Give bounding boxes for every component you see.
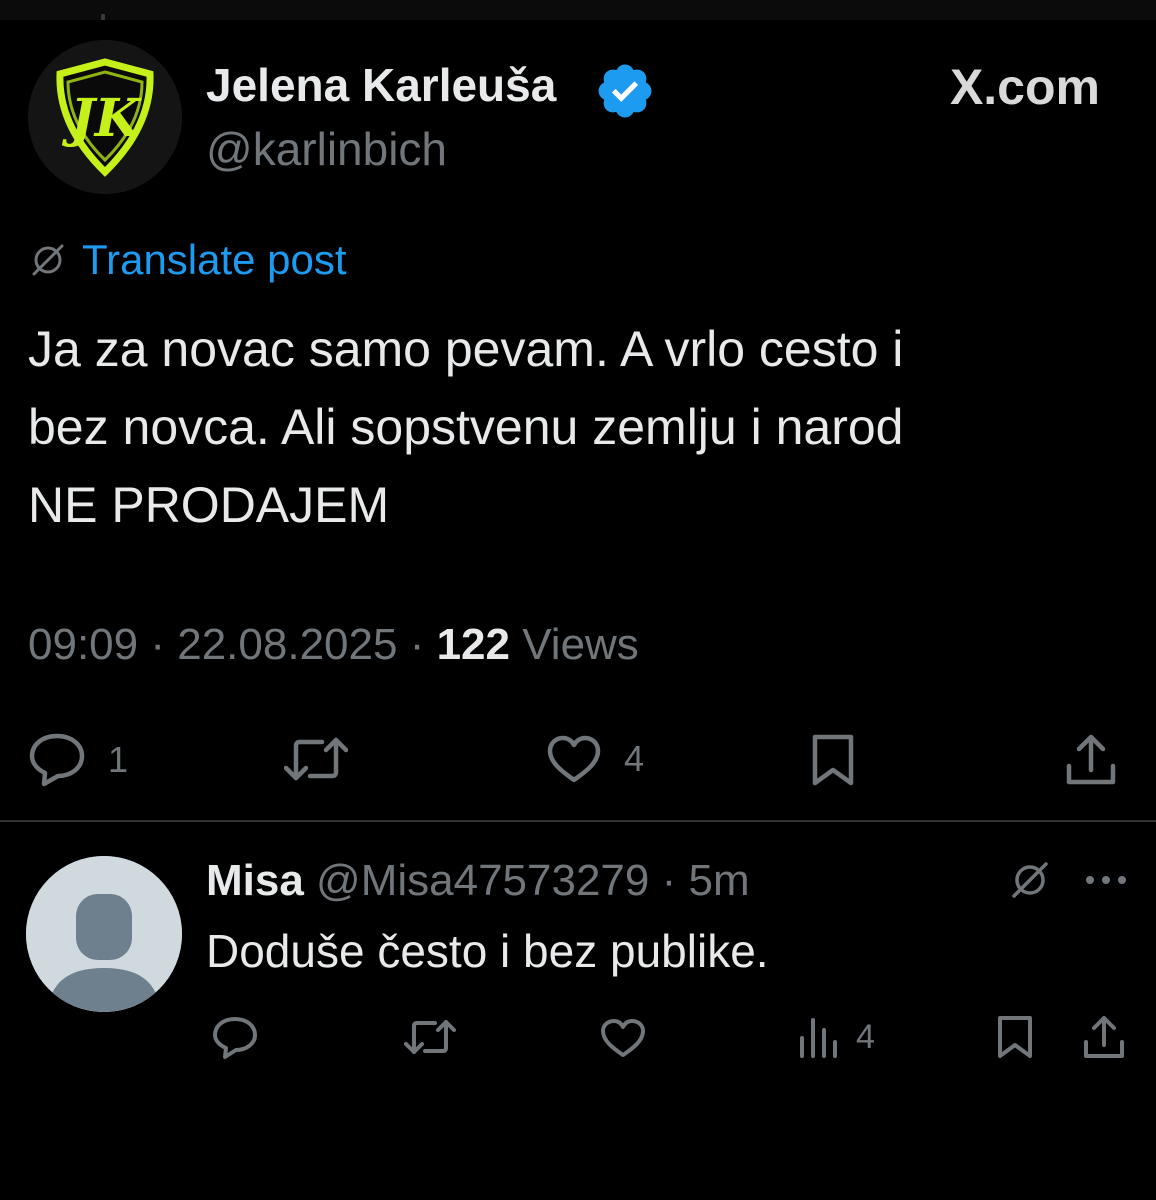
reply-icon [29,733,85,787]
views-label: Views [522,620,639,669]
views-icon [800,1018,837,1058]
views-count: 122 [436,620,510,669]
translate-post-link[interactable]: Translate post [82,236,347,284]
reply-age[interactable]: 5m [689,856,750,905]
repost-icon [404,1020,456,1054]
bookmark-icon [998,1016,1032,1058]
meta-separator: · [150,620,178,669]
source-brand-label: X.com [949,59,1100,115]
reply-views-count: 4 [856,1017,875,1056]
post-time[interactable]: 09:09 [28,620,138,669]
reply-author-name[interactable]: Misa [206,856,316,905]
post-page: JK Jelena Karleuša @karlinbich X.com Tra… [0,0,1156,1200]
reply-author-handle[interactable]: @Misa47573279 [316,856,649,905]
status-dot [101,14,105,20]
share-icon [1066,734,1116,785]
like-icon [547,735,601,783]
reply-share-button[interactable] [1082,1014,1126,1060]
like-icon [601,1019,645,1057]
more-icon[interactable] [1084,874,1128,886]
reply-views-button[interactable]: 4 [798,1016,875,1058]
reply-icon [213,1017,257,1059]
globe-icon[interactable] [1008,858,1052,902]
post-meta: 09:09 · 22.08.2025 · 122 Views [28,620,639,670]
reply-reply-button[interactable] [212,1016,258,1060]
post-date[interactable]: 22.08.2025 [177,620,397,669]
share-icon [1084,1016,1124,1058]
verified-badge-icon [598,64,652,118]
post-text-line: NE PRODAJEM [28,477,390,533]
jk-shield-logo-icon: JK [28,40,182,194]
reply-repost-button[interactable] [404,1018,456,1056]
reply-text: Doduše često i bez publike. [206,925,769,977]
post-text: Ja za novac samo pevam. A vrlo cesto i b… [28,310,1108,544]
author-handle[interactable]: @karlinbich [206,122,447,176]
post-text-line: Ja za novac samo pevam. A vrlo cesto i [28,321,904,377]
repost-icon [284,737,348,781]
share-button[interactable] [1064,732,1118,788]
meta-separator: · [409,620,437,669]
reply-header: Misa @Misa47573279 · 5m [206,856,750,906]
reply-count: 1 [108,739,129,780]
translate-post-row[interactable]: Translate post [28,236,347,284]
post-text-line: bez novca. Ali sopstvenu zemlju i narod [28,399,904,455]
source-brand: X.com [950,58,1100,116]
bookmark-button[interactable] [810,732,856,788]
reply-button[interactable]: 1 [28,732,128,788]
like-count: 4 [624,738,645,779]
reply-bookmark-button[interactable] [996,1014,1034,1060]
like-button[interactable]: 4 [546,734,644,784]
author-avatar[interactable]: JK [28,40,182,194]
repost-button[interactable] [284,736,348,782]
reply-separator: · [649,856,689,905]
reply-avatar[interactable] [26,856,182,1012]
divider [0,820,1156,822]
top-strip [0,0,1156,20]
default-avatar-icon [26,856,182,1012]
globe-icon [32,244,64,276]
bookmark-icon [812,734,854,786]
avatar-monogram: JK [61,88,142,149]
reply-like-button[interactable] [600,1018,646,1058]
author-name[interactable]: Jelena Karleuša [206,58,556,112]
